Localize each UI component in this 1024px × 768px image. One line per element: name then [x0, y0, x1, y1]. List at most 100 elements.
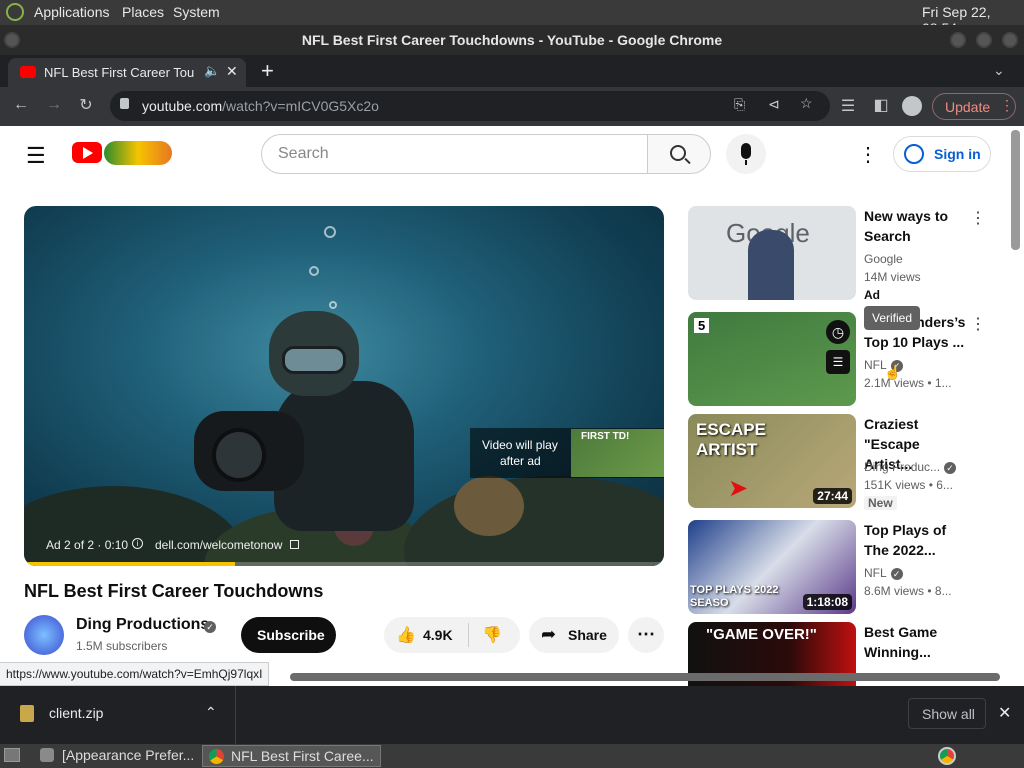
update-button[interactable]: Update ⋮: [932, 93, 1016, 120]
install-icon[interactable]: ⎘: [734, 96, 745, 113]
distro-logo-icon[interactable]: [6, 3, 24, 21]
recommendation-thumbnail[interactable]: ESCAPE ARTIST ➤ 27:44: [688, 414, 856, 508]
ad-progress-bar[interactable]: [24, 562, 664, 566]
recommendation-views: 151K views • 6...: [864, 478, 953, 492]
chevron-up-icon[interactable]: ⌃: [205, 704, 217, 721]
share-button[interactable]: ➦ Share: [529, 617, 619, 653]
recommendation-item[interactable]: 5 ◷ ☰ Dion Sanders’sTop 10 Plays ... Ver…: [688, 306, 1008, 412]
hamburger-menu-icon[interactable]: ☰: [26, 143, 46, 169]
sign-in-label: Sign in: [934, 146, 981, 162]
recommendation-thumbnail[interactable]: 5 ◷ ☰: [688, 312, 856, 406]
external-link-icon: [290, 540, 299, 549]
recommendation-title: Best Game Winning...: [864, 622, 974, 662]
show-desktop-icon[interactable]: [4, 748, 20, 762]
kebab-menu-icon: ⋮: [1000, 97, 1014, 113]
horizontal-scrollbar-thumb[interactable]: [290, 673, 1000, 681]
voice-search-button[interactable]: [726, 134, 766, 174]
video-player[interactable]: Video will play after ad FIRST TD! Ad 2 …: [24, 206, 664, 566]
more-actions-button[interactable]: ⋯: [628, 617, 664, 653]
add-to-queue-icon[interactable]: ☰: [826, 350, 850, 374]
youtube-logo[interactable]: [72, 142, 102, 163]
recommendation-thumbnail[interactable]: TOP PLAYS 2022 SEASO 1:18:08: [688, 520, 856, 614]
age-text: • 8...: [927, 584, 952, 598]
like-button[interactable]: 👍 4.9K: [384, 617, 468, 653]
forward-arrow-icon[interactable]: →: [44, 96, 64, 114]
recommendation-item[interactable]: Google New ways to Search Google 14M view…: [688, 206, 1008, 306]
settings-kebab-icon[interactable]: ⋮: [858, 142, 878, 167]
microphone-stand: [745, 160, 747, 165]
update-label: Update: [945, 99, 991, 115]
side-panel-icon[interactable]: ◧: [871, 95, 891, 115]
new-tab-button[interactable]: +: [261, 58, 274, 84]
rank-number: 5: [694, 318, 710, 333]
channel-avatar[interactable]: [24, 615, 64, 655]
skip-text-line2: after ad: [500, 454, 541, 468]
channel-name[interactable]: Ding Productions: [76, 616, 209, 634]
search-input[interactable]: Search: [261, 134, 649, 174]
channel-text: Ding Produc...: [864, 460, 941, 474]
download-item[interactable]: client.zip ⌃: [0, 686, 236, 744]
verified-tooltip: Verified: [864, 306, 921, 330]
places-menu[interactable]: Places: [122, 4, 164, 20]
dislike-button[interactable]: 👎: [470, 617, 520, 653]
air-bubble: [329, 301, 337, 309]
doodle-logo[interactable]: [104, 141, 172, 165]
youtube-favicon-icon: [20, 66, 36, 78]
close-tab-icon[interactable]: ✕: [226, 63, 238, 80]
tab-title: NFL Best First Career Tou: [44, 65, 194, 80]
recommendation-thumbnail[interactable]: Google: [688, 206, 856, 300]
close-downloads-icon[interactable]: ✕: [998, 703, 1011, 723]
vertical-scrollbar[interactable]: [1011, 130, 1020, 250]
views-text: 151K views: [864, 478, 926, 492]
subscribe-button[interactable]: Subscribe: [241, 617, 336, 653]
tab-youtube[interactable]: NFL Best First Career Tou 🔈 ✕: [8, 58, 246, 87]
profile-avatar-icon[interactable]: [902, 96, 922, 116]
chrome-icon: [209, 749, 224, 764]
advertiser-link[interactable]: dell.com/welcometonow: [155, 538, 282, 552]
bookmark-star-icon[interactable]: ☆: [800, 95, 813, 112]
new-badge: New: [864, 496, 897, 510]
search-icon-handle: [684, 157, 691, 165]
recommendation-menu-icon[interactable]: ⋮: [970, 208, 986, 228]
youtube-page: ☰ Search ⋮ Sign in Video will play after…: [0, 126, 1024, 686]
recommendation-menu-icon[interactable]: ⋮: [970, 314, 986, 334]
show-all-button[interactable]: Show all: [908, 698, 986, 729]
taskbar-item-appearance[interactable]: [Appearance Prefer...: [34, 745, 200, 767]
maximize-button[interactable]: [976, 32, 992, 48]
tab-search-chevron-icon[interactable]: ⌄: [993, 62, 1005, 79]
next-video-mini-thumbnail[interactable]: FIRST TD!: [571, 429, 664, 477]
show-all-label: Show all: [922, 706, 975, 722]
back-arrow-icon[interactable]: ←: [11, 96, 31, 114]
title-line: Search: [864, 228, 911, 244]
search-placeholder: Search: [278, 145, 329, 162]
info-icon[interactable]: i: [132, 538, 143, 549]
microphone-icon: [741, 143, 751, 159]
recommendation-views: 8.6M views • 8...: [864, 584, 952, 598]
reload-icon[interactable]: ↻: [76, 95, 96, 115]
close-window-button[interactable]: [1002, 32, 1018, 48]
system-menu[interactable]: System: [173, 4, 220, 20]
omnibox[interactable]: youtube.com/watch?v=mICV0G5Xc2o ⎘ ⊲ ☆: [110, 91, 830, 121]
watch-later-icon[interactable]: ◷: [826, 320, 850, 344]
search-button[interactable]: [647, 134, 711, 174]
recommendation-item[interactable]: TOP PLAYS 2022 SEASO 1:18:08 Top Plays o…: [688, 520, 1008, 620]
more-horizontal-icon: ⋯: [637, 624, 655, 644]
title-line: Best Game: [864, 624, 938, 640]
lock-icon[interactable]: [120, 98, 129, 109]
thumb-overlay-text: ESCAPE ARTIST: [696, 420, 766, 459]
speaker-icon[interactable]: 🔈: [204, 63, 220, 79]
minimize-button[interactable]: [950, 32, 966, 48]
sign-in-button[interactable]: Sign in: [893, 136, 991, 172]
window-title: NFL Best First Career Touchdowns - YouTu…: [0, 25, 1024, 55]
window-menu-button[interactable]: [4, 32, 20, 48]
recommendation-item[interactable]: ESCAPE ARTIST ➤ 27:44 Craziest "Escape Ar…: [688, 414, 1008, 514]
ad-counter: Ad 2 of 2 · 0:10: [46, 538, 129, 552]
taskbar-item-chrome[interactable]: NFL Best First Caree...: [202, 745, 381, 767]
url-path: /watch?v=mICV0G5Xc2o: [222, 98, 379, 114]
share-icon[interactable]: ⊲: [768, 96, 780, 113]
media-controls-icon[interactable]: ☰: [838, 96, 858, 116]
taskbar-label: NFL Best First Caree...: [231, 748, 374, 764]
horizontal-scrollbar[interactable]: [290, 673, 1000, 681]
applications-menu[interactable]: Applications: [34, 4, 110, 20]
tray-chrome-icon[interactable]: [938, 747, 956, 765]
